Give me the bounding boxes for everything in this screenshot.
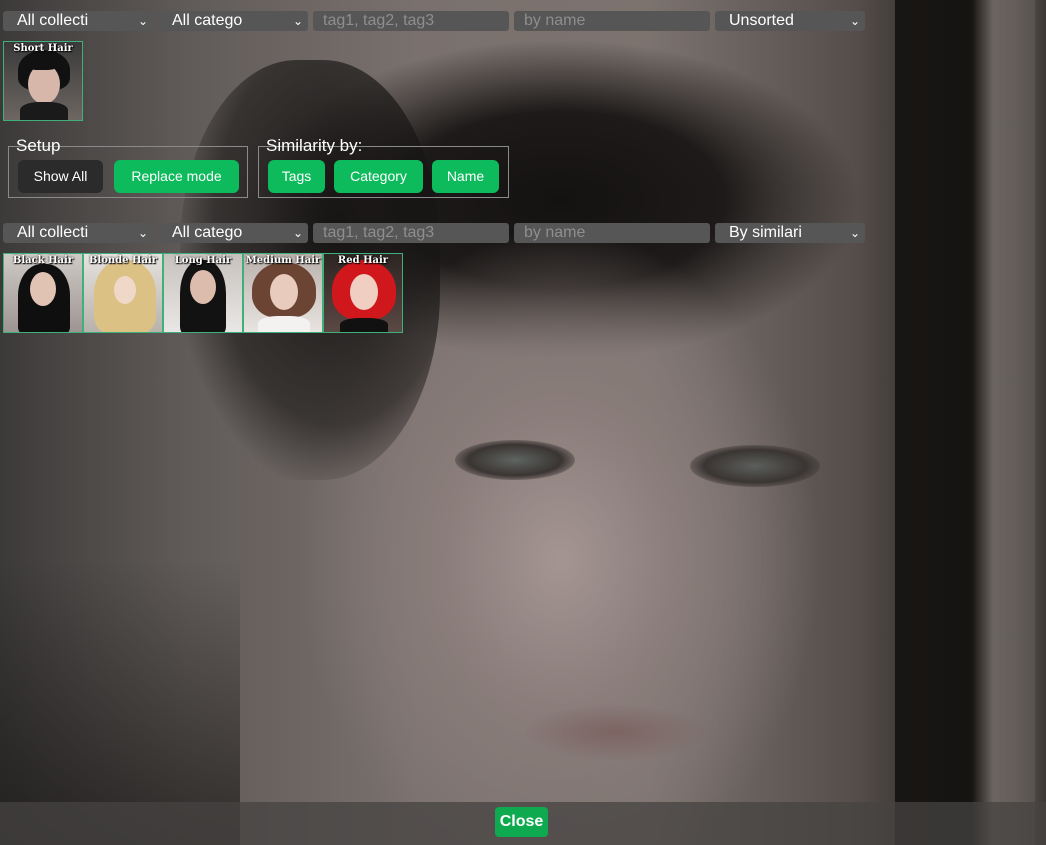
thumb-caption: Black Hair <box>12 255 74 266</box>
bottom-bar: Close <box>0 802 1046 845</box>
similar-collection-select[interactable]: All collecti ⌄ <box>3 223 153 243</box>
similar-item-thumb[interactable]: Long Hair <box>163 253 243 333</box>
thumb-shoulders <box>340 318 388 332</box>
sort-select-value: Unsorted <box>729 12 794 29</box>
chevron-down-icon: ⌄ <box>292 14 303 28</box>
setup-legend: Setup <box>16 136 61 155</box>
thumb-caption: Red Hair <box>337 255 389 266</box>
selected-item-thumb[interactable]: Short Hair <box>3 41 83 121</box>
thumb-caption: Medium Hair <box>245 255 321 266</box>
tags-input[interactable]: tag1, tag2, tag3 <box>313 11 509 31</box>
collection-select-value: All collecti <box>17 12 89 29</box>
name-input-placeholder: by name <box>524 12 586 29</box>
similar-sort-value: By similari <box>729 224 802 241</box>
similar-tags-placeholder: tag1, tag2, tag3 <box>323 224 435 241</box>
thumb-face <box>190 270 216 304</box>
similar-item-thumb[interactable]: Blonde Hair <box>83 253 163 333</box>
chevron-down-icon: ⌄ <box>849 226 860 240</box>
similar-tags-input[interactable]: tag1, tag2, tag3 <box>313 223 509 243</box>
show-all-button[interactable]: Show All <box>18 160 103 193</box>
setup-group: Setup Show All Replace mode <box>8 136 248 198</box>
category-select-value: All catego <box>172 12 243 29</box>
background-image <box>0 0 1046 845</box>
thumb-shoulders <box>20 102 68 120</box>
top-filter-bar: All collecti ⌄ All catego ⌄ tag1, tag2, … <box>3 11 865 31</box>
thumb-face <box>30 272 56 306</box>
bg-eye-right <box>690 445 820 487</box>
thumb-face <box>350 274 378 310</box>
thumb-caption: Short Hair <box>13 43 73 54</box>
similar-category-select[interactable]: All catego ⌄ <box>158 223 308 243</box>
similarity-name-button[interactable]: Name <box>432 160 499 193</box>
similarity-group: Similarity by: Tags Category Name <box>258 136 509 198</box>
close-button[interactable]: Close <box>495 807 548 837</box>
similar-item-thumb[interactable]: Red Hair <box>323 253 403 333</box>
chevron-down-icon: ⌄ <box>292 226 303 240</box>
similar-item-thumb[interactable]: Black Hair <box>3 253 83 333</box>
similar-sort-select[interactable]: By similari ⌄ <box>715 223 865 243</box>
thumb-caption: Blonde Hair <box>88 255 158 266</box>
chevron-down-icon: ⌄ <box>849 14 860 28</box>
similar-name-input[interactable]: by name <box>514 223 710 243</box>
similarity-legend: Similarity by: <box>266 136 363 155</box>
similar-category-value: All catego <box>172 224 243 241</box>
chevron-down-icon: ⌄ <box>137 226 148 240</box>
thumb-face <box>28 64 60 104</box>
similar-filter-bar: All collecti ⌄ All catego ⌄ tag1, tag2, … <box>3 223 865 243</box>
similarity-tags-button[interactable]: Tags <box>268 160 325 193</box>
thumb-bangs <box>24 56 60 70</box>
sort-select[interactable]: Unsorted ⌄ <box>715 11 865 31</box>
collection-select[interactable]: All collecti ⌄ <box>3 11 153 31</box>
thumb-shoulders <box>258 316 310 332</box>
bg-lips <box>525 705 705 760</box>
similarity-category-button[interactable]: Category <box>334 160 423 193</box>
replace-mode-button[interactable]: Replace mode <box>114 160 239 193</box>
thumb-face <box>114 276 136 304</box>
bg-eye-left <box>455 440 575 480</box>
similar-name-placeholder: by name <box>524 224 586 241</box>
similar-item-thumb[interactable]: Medium Hair <box>243 253 323 333</box>
thumb-face <box>270 274 298 310</box>
chevron-down-icon: ⌄ <box>137 14 148 28</box>
category-select[interactable]: All catego ⌄ <box>158 11 308 31</box>
similar-collection-value: All collecti <box>17 224 89 241</box>
tags-input-placeholder: tag1, tag2, tag3 <box>323 12 435 29</box>
name-input[interactable]: by name <box>514 11 710 31</box>
bg-doorframe <box>895 0 1035 845</box>
thumb-caption: Long Hair <box>174 255 232 266</box>
